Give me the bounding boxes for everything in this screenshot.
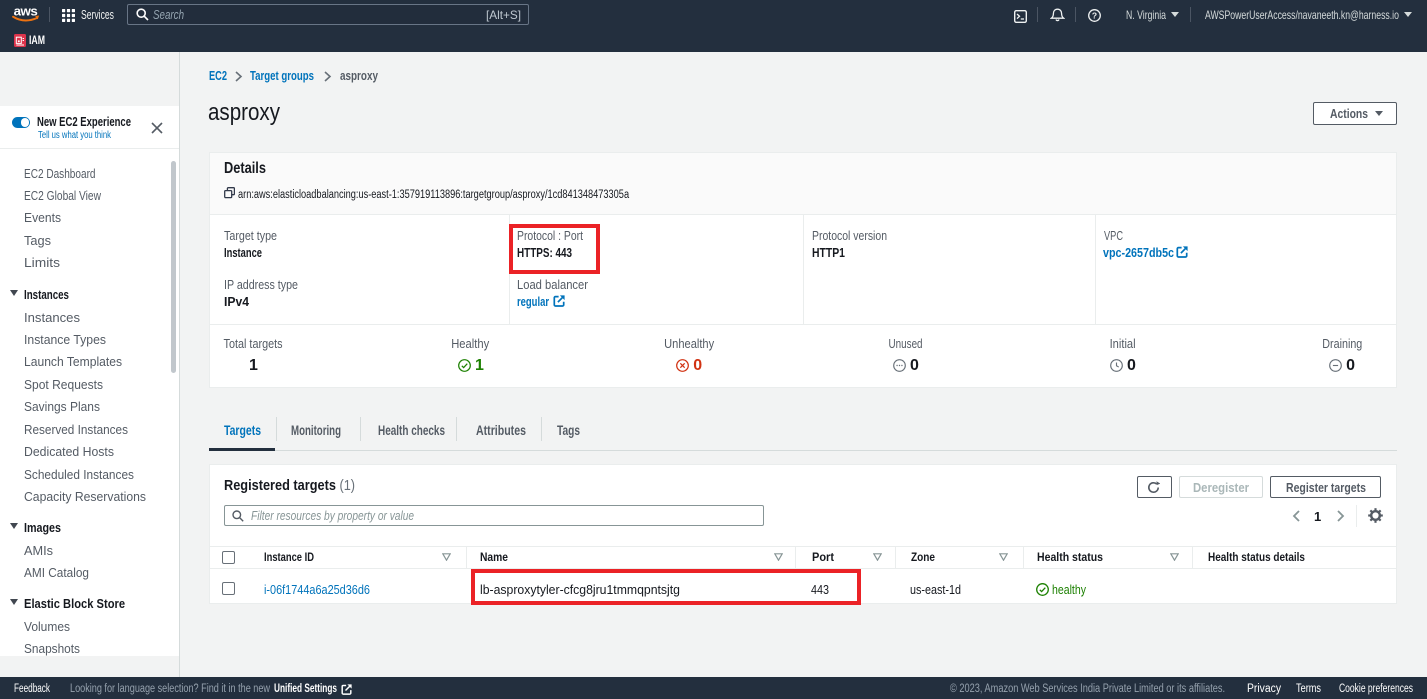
svg-text:aws: aws	[14, 4, 38, 19]
svg-text:?: ?	[1092, 10, 1097, 20]
